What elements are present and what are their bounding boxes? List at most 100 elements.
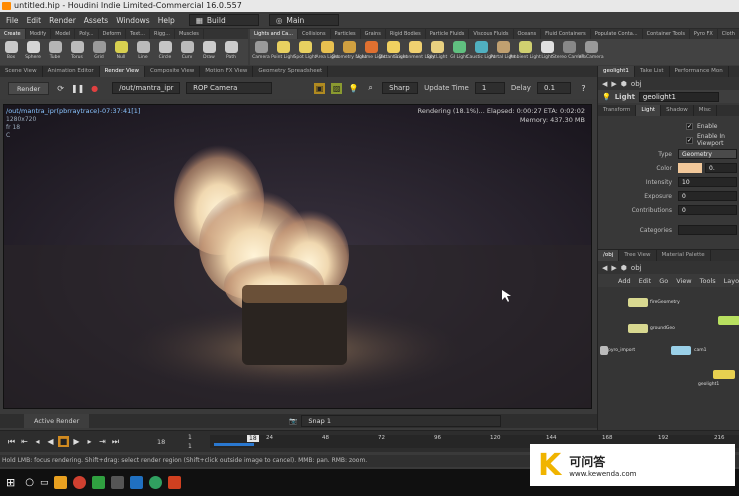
- shelf-tool[interactable]: GI Light: [448, 39, 470, 65]
- enable-viewport-checkbox[interactable]: ✓: [686, 136, 693, 144]
- magnifier-icon[interactable]: ⌕: [365, 83, 376, 94]
- shelf-right-tab[interactable]: Viscous Fluids: [469, 29, 514, 39]
- network-menu-add[interactable]: Add: [618, 277, 631, 285]
- file-explorer-icon[interactable]: [54, 476, 68, 489]
- network-node-geolight1[interactable]: [713, 370, 735, 379]
- shelf-tool[interactable]: Volume Light: [356, 39, 386, 65]
- pixel-icon[interactable]: ▨: [331, 82, 343, 94]
- tab-performance-monitor[interactable]: Performance Mon: [670, 66, 729, 77]
- tab-geometry-spreadsheet[interactable]: Geometry Spreadsheet: [253, 66, 329, 77]
- tab-composite-view[interactable]: Composite View: [145, 66, 201, 77]
- network-menu-go[interactable]: Go: [659, 277, 668, 285]
- shelf-tool[interactable]: Null: [110, 39, 132, 65]
- shelf-tool[interactable]: Distant Light: [379, 39, 407, 65]
- network-menu-view[interactable]: View: [676, 277, 691, 285]
- shelf-tool[interactable]: Grid: [88, 39, 110, 65]
- shelf-left-tab[interactable]: Create: [0, 29, 26, 39]
- network-node[interactable]: [718, 316, 739, 325]
- shelf-tool[interactable]: Environment Light: [394, 39, 436, 65]
- shelf-right-tab[interactable]: Cloth: [718, 29, 739, 39]
- shelf-tool[interactable]: Ambient Light: [509, 39, 541, 65]
- intensity-field[interactable]: 10: [678, 177, 737, 187]
- play-reverse-icon[interactable]: ◀: [45, 436, 56, 447]
- network-node[interactable]: [628, 298, 648, 307]
- shelf-left-tab[interactable]: Muscles: [175, 29, 204, 39]
- delay-field[interactable]: 0.1: [536, 82, 571, 94]
- shelf-right-tab[interactable]: Populate Conta...: [591, 29, 643, 39]
- windows-start-icon[interactable]: ⊞: [6, 476, 15, 489]
- camera-select[interactable]: ROP Camera: [186, 82, 273, 94]
- step-forward-icon[interactable]: ▸: [84, 436, 95, 447]
- stop-playback-icon[interactable]: ■: [58, 436, 69, 447]
- shelf-tool[interactable]: VR Camera: [578, 39, 604, 65]
- frame-marker[interactable]: 18: [247, 435, 259, 442]
- tab-take-list[interactable]: Take List: [635, 66, 670, 77]
- shelf-tool[interactable]: Light: [536, 39, 558, 65]
- shelf-tool[interactable]: Caustic Light: [466, 39, 496, 65]
- shelf-tool[interactable]: Geometry Light: [331, 39, 367, 65]
- network-node[interactable]: [628, 324, 648, 333]
- go-start-icon[interactable]: ⏮: [6, 436, 17, 447]
- shelf-tool[interactable]: Torus: [66, 39, 88, 65]
- play-icon[interactable]: ▶: [71, 436, 82, 447]
- shelf-right-tab[interactable]: Lights and Ca...: [250, 29, 298, 39]
- menu-windows[interactable]: Windows: [116, 16, 149, 25]
- shelf-right-tab[interactable]: Oceans: [514, 29, 542, 39]
- shelf-tool[interactable]: Box: [0, 39, 22, 65]
- chrome-icon[interactable]: [73, 476, 87, 489]
- shelf-right-tab[interactable]: Container Tools: [643, 29, 690, 39]
- region-icon[interactable]: ▣: [314, 82, 326, 94]
- tab-render-view[interactable]: Render View: [99, 66, 146, 77]
- shelf-tool[interactable]: Path: [220, 39, 242, 65]
- shelf-left-tab[interactable]: Model: [51, 29, 76, 39]
- shelf-tool[interactable]: Camera: [250, 39, 272, 65]
- tab-material-palette[interactable]: Material Palette: [657, 250, 711, 261]
- shelf-tool[interactable]: Tube: [44, 39, 66, 65]
- enable-checkbox[interactable]: ✓: [686, 122, 693, 130]
- network-menu-tools[interactable]: Tools: [700, 277, 716, 285]
- shelf-tool[interactable]: Spot Light: [294, 39, 316, 65]
- shelf-left-tab[interactable]: Poly...: [75, 29, 99, 39]
- render-output-path[interactable]: /out/mantra_ipr: [112, 82, 181, 94]
- shelf-left-tab[interactable]: Modify: [26, 29, 52, 39]
- categories-field[interactable]: [678, 225, 737, 235]
- color-swatch[interactable]: [678, 163, 702, 173]
- tab-scene-view[interactable]: Scene View: [0, 66, 43, 77]
- snap-mode-select[interactable]: Sharp: [382, 82, 419, 94]
- render-viewport[interactable]: /out/mantra_ipr(pbrraytrace)-07:37:41[1]…: [3, 104, 592, 409]
- desktop-select[interactable]: ▦ Build: [188, 14, 259, 26]
- shelf-right-tab[interactable]: Particles: [331, 29, 361, 39]
- shelf-tool[interactable]: Sky Light: [426, 39, 448, 65]
- step-back-icon[interactable]: ◂: [32, 436, 43, 447]
- stop-icon[interactable]: ●: [89, 83, 100, 94]
- app-icon[interactable]: [149, 476, 163, 489]
- shelf-left-tab[interactable]: Text...: [126, 29, 151, 39]
- shelf-right-tab[interactable]: Collisions: [298, 29, 331, 39]
- network-path[interactable]: obj: [631, 264, 642, 272]
- app-icon[interactable]: [92, 476, 106, 489]
- contributions-field[interactable]: 0: [678, 205, 737, 215]
- back-icon[interactable]: ◀: [602, 264, 607, 272]
- shelf-tool[interactable]: Point Light: [271, 39, 295, 65]
- go-end-icon[interactable]: ⏭: [110, 436, 121, 447]
- network-menu-layout[interactable]: Layout: [724, 277, 739, 285]
- shelf-right-tab[interactable]: Particle Fluids: [426, 29, 470, 39]
- network-node[interactable]: [600, 346, 608, 355]
- forward-icon[interactable]: ▶: [611, 264, 616, 272]
- shelf-tool[interactable]: Area Light: [315, 39, 339, 65]
- forward-icon[interactable]: ▶: [611, 80, 616, 88]
- tab-motion-fx-view[interactable]: Motion FX View: [200, 66, 254, 77]
- color-field[interactable]: 0.: [705, 163, 737, 173]
- shelf-right-tab[interactable]: Fluid Containers: [541, 29, 591, 39]
- light-bulb-icon[interactable]: 💡: [348, 83, 359, 94]
- menu-render[interactable]: Render: [49, 16, 76, 25]
- tab-geolight1[interactable]: geolight1: [598, 66, 635, 77]
- refresh-icon[interactable]: ⟳: [55, 83, 66, 94]
- current-frame-field[interactable]: 18: [157, 438, 165, 446]
- tab-obj[interactable]: /obj: [598, 250, 620, 261]
- node-name-field[interactable]: geolight1: [638, 91, 719, 102]
- menu-file[interactable]: File: [6, 16, 19, 25]
- app-icon[interactable]: [130, 476, 144, 489]
- tab-tree-view[interactable]: Tree View: [619, 250, 657, 261]
- search-icon[interactable]: ○: [25, 477, 34, 488]
